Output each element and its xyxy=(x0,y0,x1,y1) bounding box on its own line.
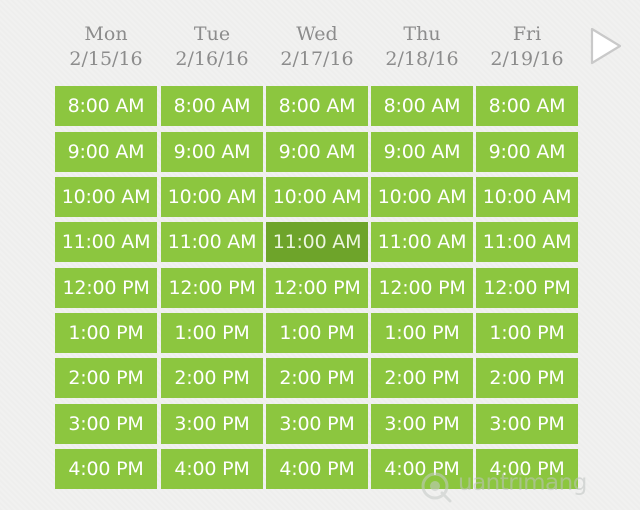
watermark: uantrimang xyxy=(418,464,624,506)
day-header: Fri 2/19/16 xyxy=(476,22,578,78)
time-slot[interactable]: 1:00 PM xyxy=(161,313,263,353)
time-slot[interactable]: 11:00 AM xyxy=(55,222,157,262)
time-slot[interactable]: 9:00 AM xyxy=(371,132,473,172)
time-slot[interactable]: 2:00 PM xyxy=(266,358,368,398)
appointment-scheduler: Mon 2/15/16 8:00 AM 9:00 AM 10:00 AM 11:… xyxy=(0,0,640,510)
time-slot[interactable]: 10:00 AM xyxy=(371,177,473,217)
day-name: Mon xyxy=(84,23,128,45)
time-slot[interactable]: 2:00 PM xyxy=(161,358,263,398)
time-slot[interactable]: 12:00 PM xyxy=(476,268,578,308)
time-slot[interactable]: 9:00 AM xyxy=(55,132,157,172)
time-slot[interactable]: 10:00 AM xyxy=(266,177,368,217)
time-slot[interactable]: 2:00 PM xyxy=(476,358,578,398)
time-slot[interactable]: 4:00 PM xyxy=(266,449,368,489)
time-slot-selected[interactable]: 11:00 AM xyxy=(266,222,368,262)
time-slot[interactable]: 8:00 AM xyxy=(371,86,473,126)
next-arrow-icon xyxy=(590,27,622,65)
day-header: Wed 2/17/16 xyxy=(266,22,368,78)
day-name: Wed xyxy=(296,23,338,45)
day-header: Mon 2/15/16 xyxy=(55,22,157,78)
time-slot[interactable]: 4:00 PM xyxy=(161,449,263,489)
time-slot[interactable]: 3:00 PM xyxy=(266,404,368,444)
day-date: 2/19/16 xyxy=(490,48,564,70)
time-slot[interactable]: 2:00 PM xyxy=(55,358,157,398)
watermark-logo-icon xyxy=(421,472,452,503)
next-week-button[interactable] xyxy=(588,26,624,66)
time-slot[interactable]: 4:00 PM xyxy=(55,449,157,489)
time-slot[interactable]: 3:00 PM xyxy=(476,404,578,444)
time-slot[interactable]: 3:00 PM xyxy=(371,404,473,444)
time-slot[interactable]: 11:00 AM xyxy=(161,222,263,262)
time-slot[interactable]: 8:00 AM xyxy=(476,86,578,126)
time-slot[interactable]: 11:00 AM xyxy=(371,222,473,262)
day-date: 2/16/16 xyxy=(175,48,249,70)
time-slot[interactable]: 10:00 AM xyxy=(476,177,578,217)
day-name: Thu xyxy=(403,23,441,45)
day-date: 2/17/16 xyxy=(280,48,354,70)
time-slot[interactable]: 12:00 PM xyxy=(55,268,157,308)
time-slot[interactable]: 1:00 PM xyxy=(371,313,473,353)
time-slot[interactable]: 8:00 AM xyxy=(55,86,157,126)
time-slot[interactable]: 12:00 PM xyxy=(161,268,263,308)
watermark-text: uantrimang xyxy=(458,470,587,496)
time-slot[interactable]: 9:00 AM xyxy=(266,132,368,172)
time-slot[interactable]: 10:00 AM xyxy=(55,177,157,217)
time-slot[interactable]: 11:00 AM xyxy=(476,222,578,262)
day-date: 2/18/16 xyxy=(385,48,459,70)
time-slot[interactable]: 10:00 AM xyxy=(161,177,263,217)
time-slot[interactable]: 8:00 AM xyxy=(266,86,368,126)
time-slot[interactable]: 1:00 PM xyxy=(266,313,368,353)
day-name: Fri xyxy=(512,23,542,45)
day-header: Thu 2/18/16 xyxy=(371,22,473,78)
time-slot[interactable]: 3:00 PM xyxy=(161,404,263,444)
time-slot[interactable]: 8:00 AM xyxy=(161,86,263,126)
day-date: 2/15/16 xyxy=(69,48,143,70)
time-slot[interactable]: 12:00 PM xyxy=(266,268,368,308)
time-slot[interactable]: 2:00 PM xyxy=(371,358,473,398)
time-slot[interactable]: 1:00 PM xyxy=(55,313,157,353)
time-slot[interactable]: 12:00 PM xyxy=(371,268,473,308)
day-header: Tue 2/16/16 xyxy=(161,22,263,78)
time-slot[interactable]: 9:00 AM xyxy=(476,132,578,172)
time-slot[interactable]: 9:00 AM xyxy=(161,132,263,172)
day-name: Tue xyxy=(193,23,231,45)
time-slot[interactable]: 3:00 PM xyxy=(55,404,157,444)
time-slot[interactable]: 1:00 PM xyxy=(476,313,578,353)
